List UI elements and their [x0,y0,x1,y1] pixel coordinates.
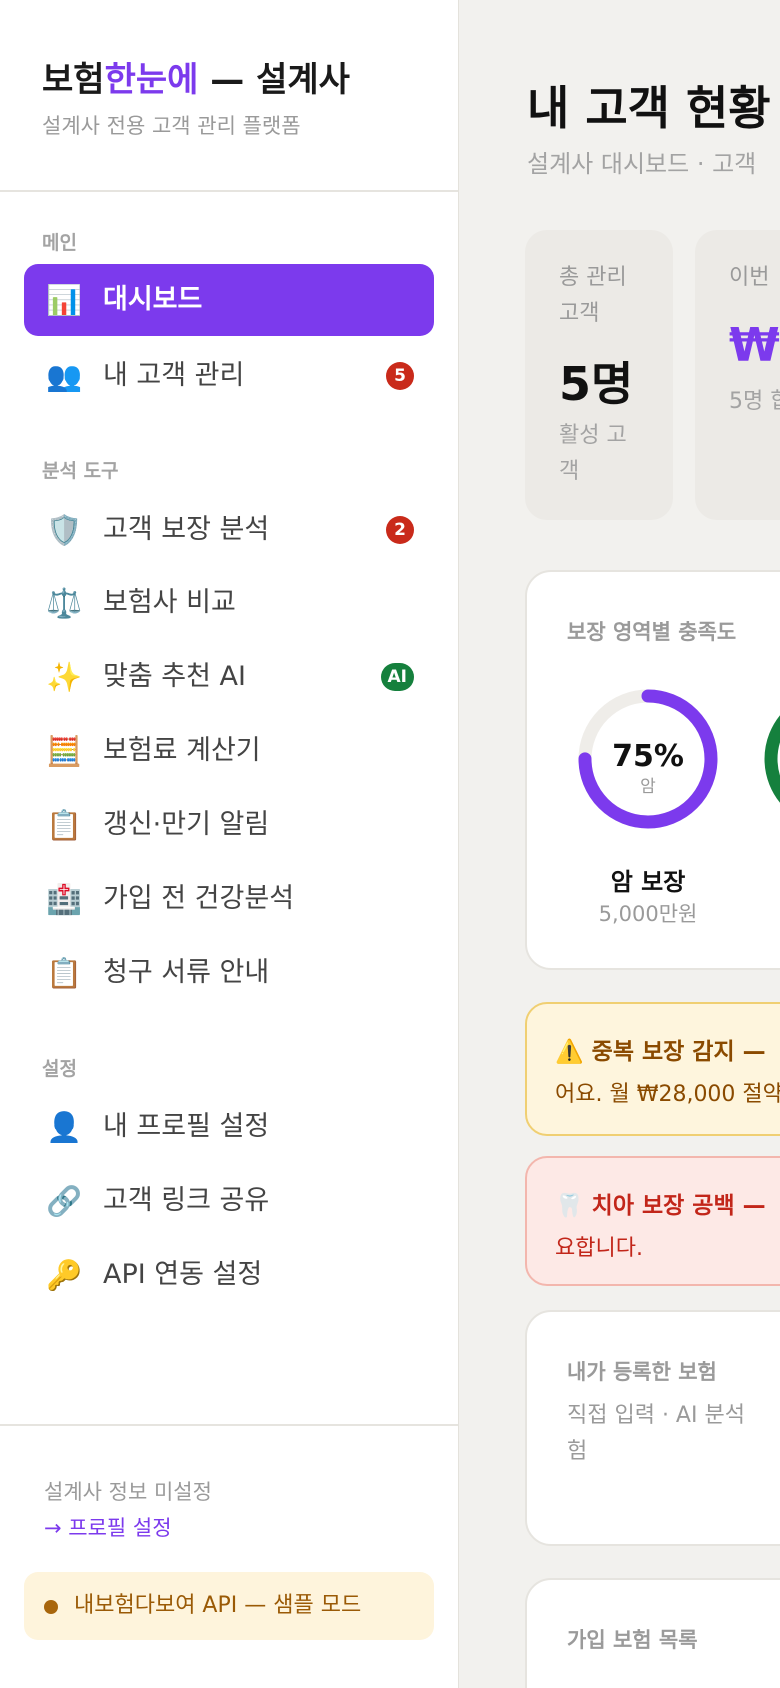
count-badge: 2 [386,516,414,544]
warning-icon: ⚠️ [555,1039,584,1065]
abacus-icon: 🧮 [46,734,83,768]
sidebar: 보험한눈에 — 설계사 설계사 전용 고객 관리 플랫폼 메인 📊 대시보드 👥… [0,0,459,1688]
divider [0,190,458,192]
section-label-main: 메인 [42,232,77,254]
api-status-banner: 내보험다보여 API — 샘플 모드 [24,1572,434,1640]
sidebar-item-renewal-alerts[interactable]: 📋 갱신·만기 알림 [24,789,434,861]
alert-title: ⚠️ 중복 보장 감지 — [555,1039,766,1065]
main-content: 내 고객 현황 설계사 대시보드 · 고객 총 관리 고객 5명 활성 고객 이번… [459,0,780,1688]
stat-label: 이번 [729,265,770,290]
sidebar-item-premium-calculator[interactable]: 🧮 보험료 계산기 [24,715,434,787]
sidebar-item-claim-docs[interactable]: 📋 청구 서류 안내 [24,937,434,1009]
shield-icon: 🛡️ [46,513,83,547]
api-status-text: 내보험다보여 API — 샘플 모드 [74,1593,362,1618]
stat-value: ₩1 [729,318,780,372]
brand-subtitle: 설계사 전용 고객 관리 플랫폼 [42,114,301,138]
section-label-settings: 설정 [42,1058,77,1080]
sidebar-item-label: 갱신·만기 알림 [103,809,270,840]
sidebar-item-label: 보험사 비교 [103,587,236,618]
alert-dental-gap[interactable]: 🦷 치아 보장 공백 — 요합니다. [525,1156,780,1286]
bar-chart-icon: 📊 [46,283,83,317]
scales-icon: ⚖️ [46,586,83,620]
tooth-icon: 🦷 [555,1193,584,1219]
sidebar-item-profile[interactable]: 👤 내 프로필 설정 [24,1091,434,1163]
hospital-icon: 🏥 [46,882,83,916]
clipboard-icon: 📋 [46,808,83,842]
card-title: 내가 등록한 보험 [567,1360,717,1384]
alert-body: 요합니다. [555,1236,643,1261]
section-label-tools: 분석 도구 [42,460,119,482]
alert-duplicate-coverage[interactable]: ⚠️ 중복 보장 감지 — 어요. 월 ₩28,000 절약 [525,1002,780,1136]
card-description: 직접 입력 · AI 분석 험 [567,1403,745,1464]
page-subtitle: 설계사 대시보드 · 고객 [527,150,757,178]
brand-logo[interactable]: 보험한눈에 — 설계사 [42,52,350,101]
card-title: 가입 보험 목록 [567,1628,698,1652]
ring-amount: 5,000만원 [598,902,698,926]
sidebar-item-dashboard[interactable]: 📊 대시보드 [24,264,434,336]
sidebar-item-label: 내 고객 관리 [103,360,245,391]
divider [0,1424,458,1426]
coverage-card: 보장 영역별 충족도 75% 암 암 보장 5,000만원 [525,570,780,970]
ai-badge: AI [380,663,414,691]
stat-card-total-clients: 총 관리 고객 5명 활성 고객 [525,230,673,520]
stat-label: 총 관리 고객 [559,265,627,326]
stat-value: 5명 [559,357,634,411]
users-icon: 👥 [46,359,83,393]
sidebar-item-label: 보험료 계산기 [103,735,261,766]
my-insurance-card: 내가 등록한 보험 직접 입력 · AI 분석 험 [525,1310,780,1546]
link-icon: 🔗 [46,1184,83,1218]
sidebar-item-share-link[interactable]: 🔗 고객 링크 공유 [24,1165,434,1237]
sidebar-item-clients[interactable]: 👥 내 고객 관리 5 [24,340,434,412]
ring-short-label: 암 [640,777,656,797]
sidebar-item-label: 가입 전 건강분석 [103,883,295,914]
ring-progress [764,715,780,803]
policy-list-card: 가입 보험 목록 [525,1578,780,1688]
stat-sub: 활성 고객 [559,423,627,484]
sidebar-item-label: 고객 보장 분석 [103,514,270,545]
sidebar-item-label: 대시보드 [103,284,203,315]
profile-setup-link[interactable]: → 프로필 설정 [44,1512,172,1542]
clipboard-icon: 📋 [46,956,83,990]
sparkles-icon: ✨ [46,660,83,694]
sidebar-item-label: API 연동 설정 [103,1259,263,1290]
user-icon: 👤 [46,1110,83,1144]
sidebar-item-ai-recommend[interactable]: ✨ 맞춤 추천 AI AI [24,641,434,713]
sidebar-item-label: 청구 서류 안내 [103,957,270,988]
sidebar-item-insurer-compare[interactable]: ⚖️ 보험사 비교 [24,567,434,639]
stat-card-monthly: 이번 ₩1 5명 합 [695,230,780,520]
stat-sub: 5명 합 [729,389,780,414]
sidebar-item-health-analysis[interactable]: 🏥 가입 전 건강분석 [24,863,434,935]
alert-title: 🦷 치아 보장 공백 — [555,1193,766,1219]
ring-label: 암 보장 [610,868,686,896]
sidebar-item-coverage-analysis[interactable]: 🛡️ 고객 보장 분석 2 [24,494,434,566]
sidebar-item-label: 내 프로필 설정 [103,1111,270,1142]
ring-percent: 75% [612,739,684,774]
sidebar-item-label: 고객 링크 공유 [103,1185,270,1216]
coverage-ring-cancer: 75% 암 [578,689,718,829]
sidebar-item-label: 맞춤 추천 AI [103,661,246,692]
key-icon: 🔑 [46,1258,83,1292]
coverage-ring-2 [764,715,780,803]
count-badge: 5 [386,362,414,390]
alert-body: 어요. 월 ₩28,000 절약 [555,1082,780,1107]
status-dot-icon [44,1600,58,1614]
card-title: 보장 영역별 충족도 [567,620,737,644]
page-title: 내 고객 현황 [527,81,771,135]
sidebar-item-api-settings[interactable]: 🔑 API 연동 설정 [24,1239,434,1311]
planner-info-status: 설계사 정보 미설정 [44,1480,212,1504]
